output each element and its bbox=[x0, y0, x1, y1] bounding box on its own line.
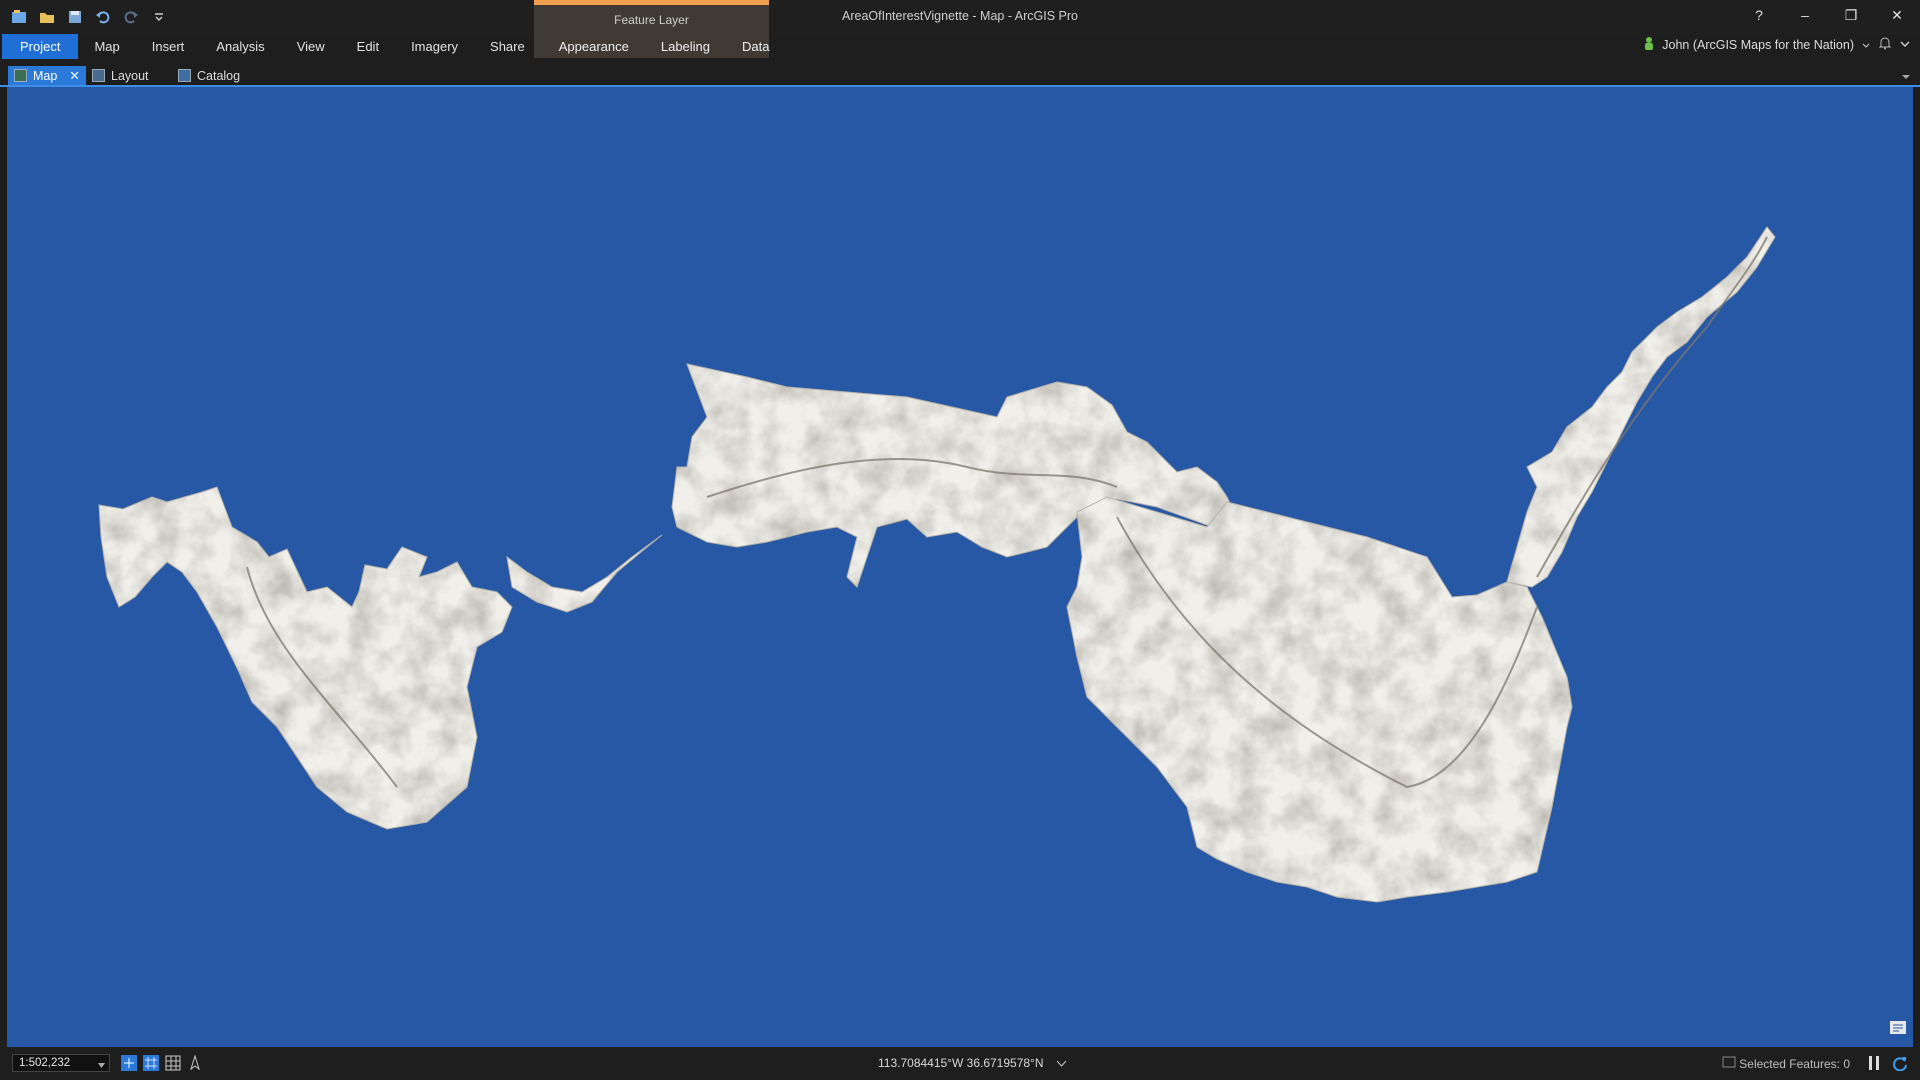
selected-features-status: Selected Features: 0 bbox=[1722, 1056, 1850, 1071]
pause-drawing-icon[interactable] bbox=[1868, 1055, 1880, 1074]
undo-icon[interactable] bbox=[92, 6, 114, 28]
snapping-icon[interactable] bbox=[121, 1055, 137, 1074]
map-view-icon bbox=[14, 69, 27, 82]
close-button[interactable]: ✕ bbox=[1874, 0, 1920, 30]
selection-icon bbox=[1722, 1056, 1739, 1071]
tab-analysis[interactable]: Analysis bbox=[200, 34, 280, 59]
tab-data[interactable]: Data bbox=[726, 34, 785, 59]
help-button[interactable]: ? bbox=[1736, 0, 1782, 30]
customize-toolbar-icon[interactable] bbox=[148, 6, 170, 28]
doc-tab-label: Layout bbox=[111, 68, 149, 83]
tab-edit[interactable]: Edit bbox=[341, 34, 395, 59]
scale-dropdown-icon[interactable] bbox=[98, 1060, 105, 1072]
tab-view[interactable]: View bbox=[281, 34, 341, 59]
tab-overflow-icon[interactable] bbox=[1902, 68, 1910, 86]
status-bar: 1:502,232 113.7084415°W 36.6719578°N Sel… bbox=[0, 1047, 1920, 1080]
ribbon-tabs: Project Map Insert Analysis View Edit Im… bbox=[0, 34, 785, 59]
minimize-button[interactable]: – bbox=[1782, 0, 1828, 30]
project-menu-icon[interactable] bbox=[8, 6, 30, 28]
window-title: AreaOfInterestVignette - Map - ArcGIS Pr… bbox=[842, 9, 1078, 23]
user-name[interactable]: John (ArcGIS Maps for the Nation) bbox=[1662, 38, 1854, 52]
table-view-icon[interactable] bbox=[165, 1055, 181, 1074]
restore-button[interactable]: ❐ bbox=[1828, 0, 1874, 30]
doc-tab-catalog[interactable]: Catalog bbox=[172, 66, 246, 85]
close-tab-icon[interactable]: ✕ bbox=[69, 68, 79, 83]
tab-map[interactable]: Map bbox=[78, 34, 135, 59]
map-notifications-icon[interactable] bbox=[1889, 1020, 1907, 1041]
doc-tab-label: Map bbox=[33, 68, 58, 83]
doc-tab-layout[interactable]: Layout bbox=[86, 66, 155, 85]
doc-tab-map[interactable]: Map ✕ bbox=[8, 66, 86, 85]
user-dropdown-icon[interactable] bbox=[1862, 38, 1870, 52]
redo-icon[interactable] bbox=[120, 6, 142, 28]
open-project-icon[interactable] bbox=[36, 6, 58, 28]
doc-tab-label: Catalog bbox=[197, 68, 241, 83]
tab-imagery[interactable]: Imagery bbox=[395, 34, 474, 59]
coordinates-value: 113.7084415°W 36.6719578°N bbox=[878, 1056, 1044, 1070]
cursor-coordinates: 113.7084415°W 36.6719578°N bbox=[878, 1056, 1067, 1070]
document-tabs: Map ✕ Layout Catalog bbox=[0, 64, 1920, 87]
user-area: John (ArcGIS Maps for the Nation) bbox=[1644, 36, 1910, 53]
notification-bell-icon[interactable] bbox=[1878, 36, 1892, 53]
river-arm-northeast bbox=[1506, 226, 1776, 588]
grid-snapping-icon[interactable] bbox=[143, 1055, 159, 1074]
contextual-group-title: Feature Layer bbox=[614, 13, 689, 27]
ribbon-collapse-icon[interactable] bbox=[1900, 38, 1910, 52]
west-terrain-region bbox=[98, 486, 513, 830]
tab-project[interactable]: Project bbox=[2, 34, 79, 59]
river-corridor-west bbox=[506, 534, 663, 613]
map-scale-selector[interactable]: 1:502,232 bbox=[12, 1054, 110, 1072]
map-scale-value: 1:502,232 bbox=[19, 1057, 71, 1069]
coordinate-format-dropdown-icon[interactable] bbox=[1056, 1056, 1067, 1070]
map-canvas[interactable] bbox=[7, 87, 1913, 1047]
quick-access-toolbar bbox=[8, 6, 170, 28]
user-icon bbox=[1644, 36, 1654, 53]
area-of-interest-map bbox=[98, 226, 1776, 903]
tab-labeling[interactable]: Labeling bbox=[645, 34, 726, 59]
north-arrow-icon[interactable] bbox=[187, 1054, 203, 1074]
tab-appearance[interactable]: Appearance bbox=[541, 34, 645, 59]
catalog-icon bbox=[178, 69, 191, 82]
save-project-icon[interactable] bbox=[64, 6, 86, 28]
layout-icon bbox=[92, 69, 105, 82]
refresh-icon[interactable] bbox=[1892, 1055, 1908, 1074]
title-bar: Feature Layer AreaOfInterestVignette - M… bbox=[0, 0, 1920, 58]
tab-share[interactable]: Share bbox=[474, 34, 541, 59]
selected-features-label: Selected Features: 0 bbox=[1739, 1057, 1850, 1071]
window-controls: ? – ❐ ✕ bbox=[1736, 0, 1920, 30]
tab-insert[interactable]: Insert bbox=[136, 34, 201, 59]
